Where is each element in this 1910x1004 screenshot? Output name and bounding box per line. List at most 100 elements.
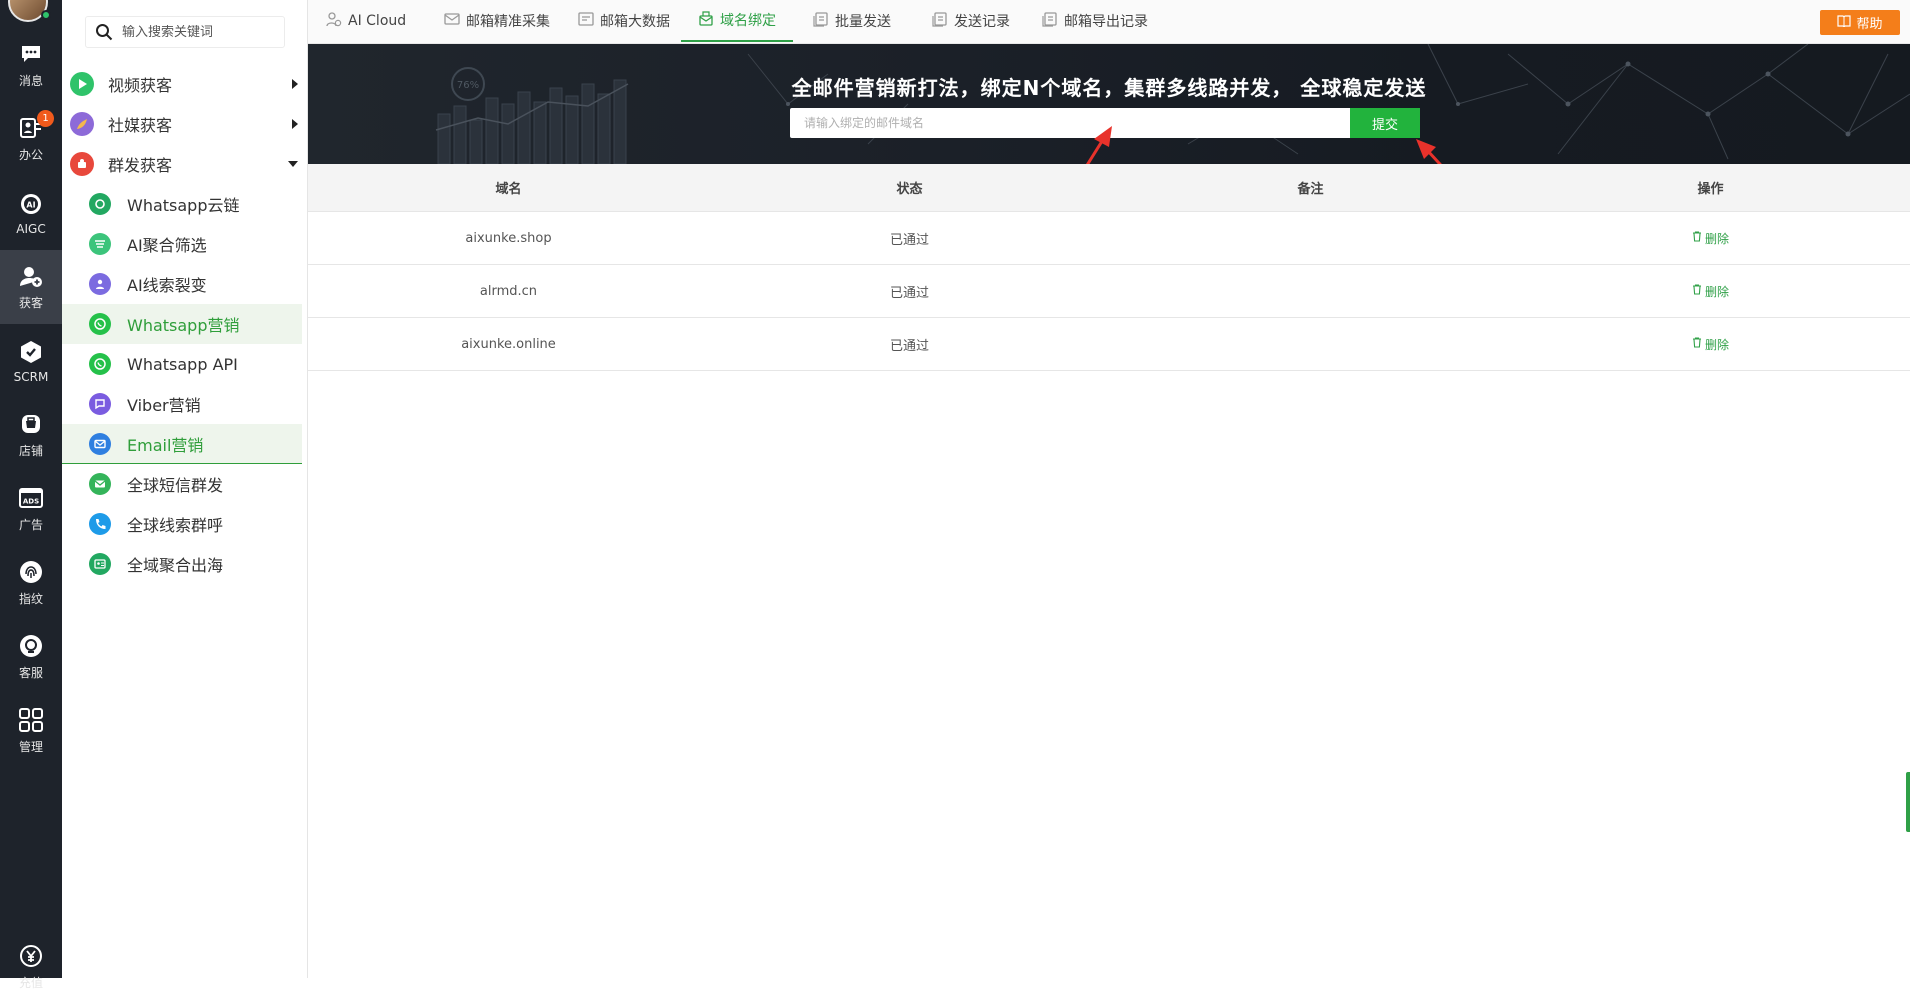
tab-label: 邮箱大数据 <box>600 14 670 30</box>
menu-item-label: 全球短信群发 <box>127 476 224 495</box>
menu-item-global-call[interactable]: 全球线索群呼 <box>62 504 302 544</box>
delete-button[interactable]: 删除 <box>1692 336 1729 353</box>
rail-label: 客服 <box>18 666 43 680</box>
action-cell: 删除 <box>1511 336 1910 353</box>
rail-item-scrm[interactable]: SCRM <box>0 324 62 398</box>
rail-label: 办公 <box>18 148 43 162</box>
help-button[interactable]: 帮助 <box>1820 10 1900 35</box>
side-float-tab[interactable] <box>1906 772 1910 832</box>
rail-item-office[interactable]: 办公 1 <box>0 102 62 176</box>
menu-item-whatsapp-marketing[interactable]: Whatsapp营销 <box>62 304 302 344</box>
rail-label: AIGC <box>16 221 46 236</box>
tab-ai-cloud[interactable]: AI Cloud <box>316 0 416 42</box>
rail-item-manage[interactable]: 管理 <box>0 694 62 768</box>
viber-icon <box>89 393 111 415</box>
tab-send-records[interactable]: 发送记录 <box>922 0 1020 42</box>
action-cell: 删除 <box>1511 283 1910 300</box>
tab-domain-binding[interactable]: 域名绑定 <box>681 0 793 42</box>
rail-item-recharge[interactable]: 充值 <box>0 930 62 1004</box>
menu-item-label: 全球线索群呼 <box>127 516 224 535</box>
domain-cell: alrmd.cn <box>479 283 538 299</box>
rail-item-fingerprint[interactable]: 指纹 <box>0 546 62 620</box>
menu-item-email-marketing[interactable]: Email营销 <box>62 424 302 464</box>
svg-text:ADS: ADS <box>23 498 39 506</box>
sidebar-menu: 视频获客 社媒获客 群发获客 Whatsapp云链 AI聚合筛选 AI线索裂变 <box>62 0 308 978</box>
domain-input[interactable] <box>790 108 1350 138</box>
rail-item-acquire[interactable]: 获客 <box>0 250 62 324</box>
yen-icon <box>18 943 44 969</box>
table-row: aixunke.online 已通过 删除 <box>308 318 1910 371</box>
status-cell: 已通过 <box>889 338 929 354</box>
group-mass-acquire[interactable]: 群发获客 <box>62 144 302 184</box>
action-cell: 删除 <box>1511 230 1910 247</box>
menu-item-label: 全域聚合出海 <box>127 556 224 575</box>
rail-item-ads[interactable]: ADS 广告 <box>0 472 62 546</box>
banner-background-graphic: 76% <box>435 44 1910 164</box>
rail-label: 管理 <box>18 740 43 754</box>
rail-label: 消息 <box>18 74 43 88</box>
social-icon <box>70 112 94 136</box>
submit-button[interactable]: 提交 <box>1350 108 1420 138</box>
app-rail: 消息 办公 1 AI AIGC 获客 SCRM 店铺 ADS 广告 指纹 客服 … <box>0 0 62 990</box>
table-row: alrmd.cn 已通过 删除 <box>308 265 1910 318</box>
delete-button[interactable]: 删除 <box>1692 230 1729 247</box>
menu-item-viber[interactable]: Viber营销 <box>62 384 302 424</box>
rail-label: 广告 <box>18 518 43 532</box>
menu-item-global-aggregate[interactable]: 全域聚合出海 <box>62 544 302 584</box>
notification-badge: 1 <box>37 110 54 127</box>
fingerprint-icon <box>18 559 44 585</box>
table-header: 域名 状态 备注 操作 <box>308 164 1910 212</box>
whatsapp-icon <box>89 313 111 335</box>
domain-table: 域名 状态 备注 操作 aixunke.shop 已通过 删除 alrmd.cn… <box>308 164 1910 371</box>
sidebar-search[interactable] <box>85 16 285 48</box>
tab-export-records[interactable]: 邮箱导出记录 <box>1032 0 1158 42</box>
domain-cell: aixunke.online <box>461 336 556 352</box>
tab-label: 邮箱精准采集 <box>466 14 550 30</box>
menu-item-label: Whatsapp API <box>127 354 238 374</box>
rail-label: 指纹 <box>18 592 43 606</box>
mail-icon <box>89 432 111 455</box>
column-header: 状态 <box>896 182 923 197</box>
rail-item-messages[interactable]: 消息 <box>0 28 62 102</box>
column-header: 备注 <box>1297 182 1324 197</box>
rail-item-service[interactable]: 客服 <box>0 620 62 694</box>
ai-icon: AI <box>18 191 44 217</box>
rail-label: 店铺 <box>18 444 43 458</box>
store-icon <box>18 411 44 437</box>
tab-batch-send[interactable]: 批量发送 <box>803 0 901 42</box>
tab-bar: AI Cloud 邮箱精准采集 邮箱大数据 域名绑定 批量发送 发送记录 邮箱导… <box>308 0 1910 44</box>
chevron-right-icon <box>292 79 298 89</box>
tab-mail-collect[interactable]: 邮箱精准采集 <box>434 0 560 42</box>
rail-label: SCRM <box>13 369 49 384</box>
export-icon <box>1042 11 1058 31</box>
delete-button[interactable]: 删除 <box>1692 283 1729 300</box>
menu-item-label: Whatsapp营销 <box>127 316 240 335</box>
people-icon <box>89 273 111 295</box>
menu-item-whatsapp-cloud[interactable]: Whatsapp云链 <box>62 184 302 224</box>
menu-item-label: Email营销 <box>127 435 204 455</box>
menu-item-ai-filter[interactable]: AI聚合筛选 <box>62 224 302 264</box>
group-label: 群发获客 <box>108 156 173 175</box>
ai-cloud-icon <box>326 11 342 31</box>
data-icon <box>578 11 594 31</box>
delete-label: 删除 <box>1704 337 1729 352</box>
tab-mail-bigdata[interactable]: 邮箱大数据 <box>568 0 680 42</box>
delete-label: 删除 <box>1704 231 1729 246</box>
menu-item-label: Whatsapp云链 <box>127 196 240 215</box>
filter-icon <box>89 233 111 255</box>
group-label: 社媒获客 <box>108 116 173 135</box>
delete-label: 删除 <box>1704 284 1729 299</box>
menu-item-global-sms[interactable]: 全球短信群发 <box>62 464 302 504</box>
play-icon <box>70 72 94 96</box>
rail-item-store[interactable]: 店铺 <box>0 398 62 472</box>
search-input[interactable] <box>122 24 272 40</box>
sms-icon <box>89 473 111 495</box>
group-video-acquire[interactable]: 视频获客 <box>62 64 302 104</box>
menu-item-whatsapp-api[interactable]: Whatsapp API <box>62 344 302 384</box>
rail-item-aigc[interactable]: AI AIGC <box>0 176 62 250</box>
book-icon <box>1837 14 1852 31</box>
online-status-dot <box>41 10 51 20</box>
rail-label: 获客 <box>18 296 43 310</box>
menu-item-ai-fission[interactable]: AI线索裂变 <box>62 264 302 304</box>
group-social-acquire[interactable]: 社媒获客 <box>62 104 302 144</box>
